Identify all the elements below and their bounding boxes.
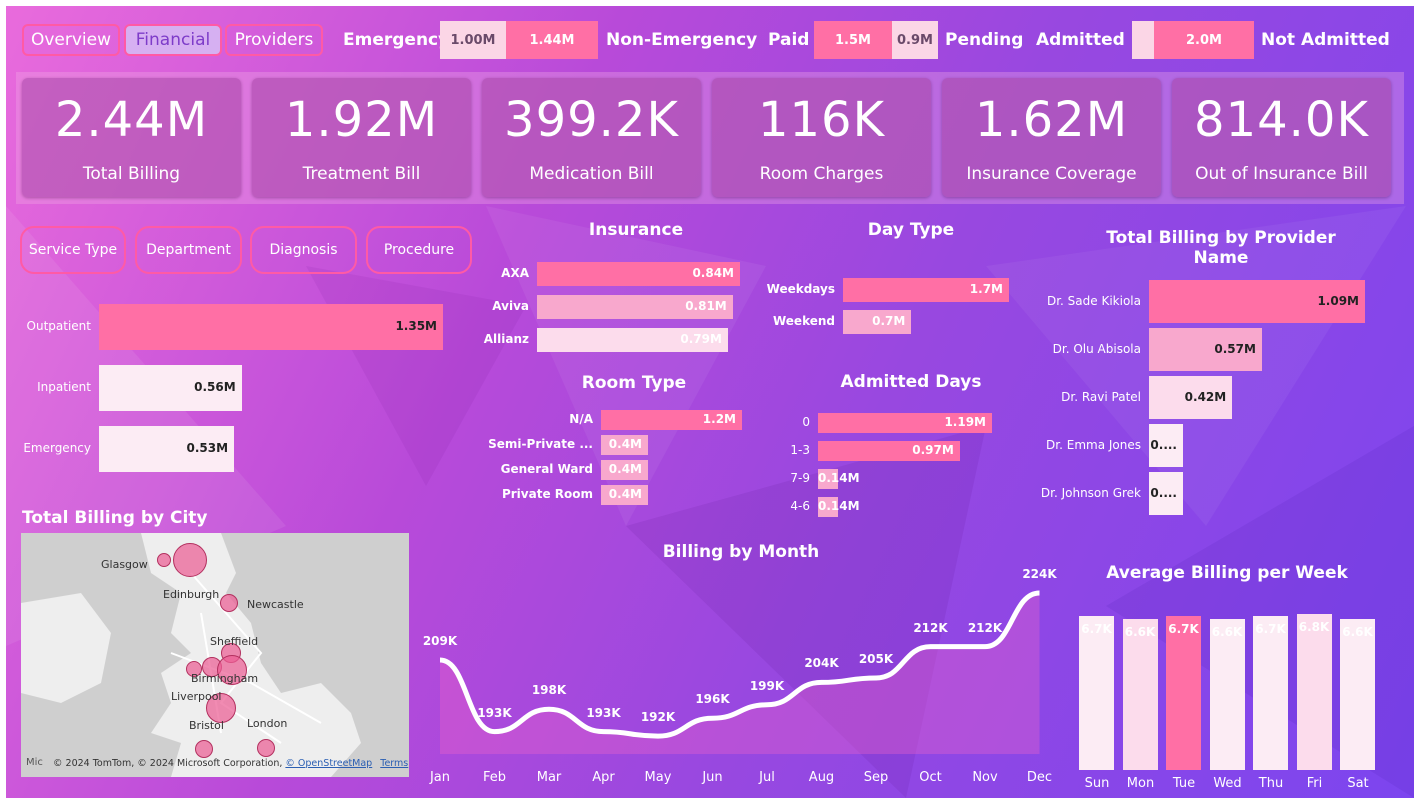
city-label: Liverpool	[171, 690, 222, 703]
month-point-label: 212K	[913, 620, 948, 635]
city-label: London	[247, 717, 288, 730]
week-value-label: 6.6K	[1124, 624, 1156, 639]
microsoft-logo-text: Mic	[26, 757, 43, 768]
map-bubble[interactable]	[173, 543, 207, 577]
week-value-label: 6.6K	[1342, 624, 1373, 639]
week-value-label: 6.7K	[1255, 622, 1286, 637]
dashboard-canvas: Overview Financial Providers Emergency 1…	[6, 6, 1414, 798]
map-land	[21, 533, 409, 777]
week-tick-label: Fri	[1306, 776, 1323, 791]
month-tick-label: May	[644, 770, 672, 785]
week-bar	[1340, 618, 1375, 770]
month-point-label: 224K	[1022, 566, 1057, 581]
month-area	[440, 592, 1040, 754]
month-tick-label: Nov	[972, 770, 998, 785]
month-point-label: 199K	[749, 678, 785, 693]
week-bar	[1166, 616, 1201, 770]
map-credit-text: © 2024 TomTom, © 2024 Microsoft Corporat…	[53, 758, 283, 769]
city-label: Edinburgh	[163, 588, 220, 601]
month-tick-label: Sep	[863, 770, 889, 785]
month-point-label: 205K	[858, 651, 894, 666]
month-tick-label: Oct	[919, 770, 942, 785]
month-point-label: 198K	[531, 683, 567, 698]
month-tick-label: Dec	[1026, 770, 1053, 785]
month-tick-label: Jul	[759, 770, 775, 785]
city-label: Glasgow	[101, 558, 148, 571]
week-value-label: 6.8K	[1298, 620, 1330, 634]
month-tick-label: Feb	[482, 770, 507, 785]
city-label: Bristol	[189, 719, 224, 732]
map-credit: © 2024 TomTom, © 2024 Microsoft Corporat…	[53, 758, 408, 769]
city-label: Birmingham	[191, 672, 259, 685]
map-bubble[interactable]	[257, 739, 275, 757]
week-bar	[1253, 616, 1288, 770]
map-bubble[interactable]	[157, 553, 171, 567]
month-tick-label: Aug	[808, 770, 835, 785]
week-bar	[1296, 614, 1332, 770]
month-point-label: 209K	[422, 634, 458, 649]
week-bar	[1209, 618, 1245, 770]
month-point-label: 193K	[586, 705, 621, 720]
city-label: Newcastle	[247, 598, 304, 611]
month-tick-label: Jun	[702, 770, 723, 785]
city-billing-map[interactable]: Glasgow Edinburgh Newcastle Sheffield Bi…	[21, 533, 409, 777]
week-bar	[1122, 618, 1158, 770]
chart-title: Average Billing per Week	[1106, 563, 1348, 583]
map-title: Total Billing by City	[22, 508, 208, 528]
month-point-label: 212K	[967, 620, 1003, 635]
week-value-label: 6.7K	[1081, 622, 1112, 637]
week-tick-label: Mon	[1126, 776, 1155, 791]
month-tick-label: Apr	[592, 770, 615, 785]
week-tick-label: Sat	[1347, 776, 1369, 791]
map-bubble[interactable]	[220, 594, 238, 612]
month-point-label: 204K	[804, 656, 839, 671]
month-point-label: 193K	[477, 705, 512, 720]
osm-link[interactable]: © OpenStreetMap	[285, 758, 372, 769]
week-tick-label: Wed	[1213, 776, 1242, 791]
week-tick-label: Tue	[1172, 776, 1196, 791]
month-point-label: 196K	[695, 692, 730, 707]
week-value-label: 6.6K	[1211, 624, 1243, 639]
month-tick-label: Mar	[536, 770, 562, 785]
month-tick-label: Jan	[429, 770, 451, 785]
week-tick-label: Sun	[1084, 776, 1110, 791]
week-tick-label: Thu	[1258, 776, 1284, 791]
map-bubble[interactable]	[195, 740, 213, 758]
month-point-label: 192K	[640, 710, 676, 725]
terms-link[interactable]: Terms	[380, 758, 408, 769]
week-bar	[1079, 616, 1114, 770]
city-label: Sheffield	[210, 635, 259, 648]
week-value-label: 6.7K	[1168, 622, 1199, 637]
